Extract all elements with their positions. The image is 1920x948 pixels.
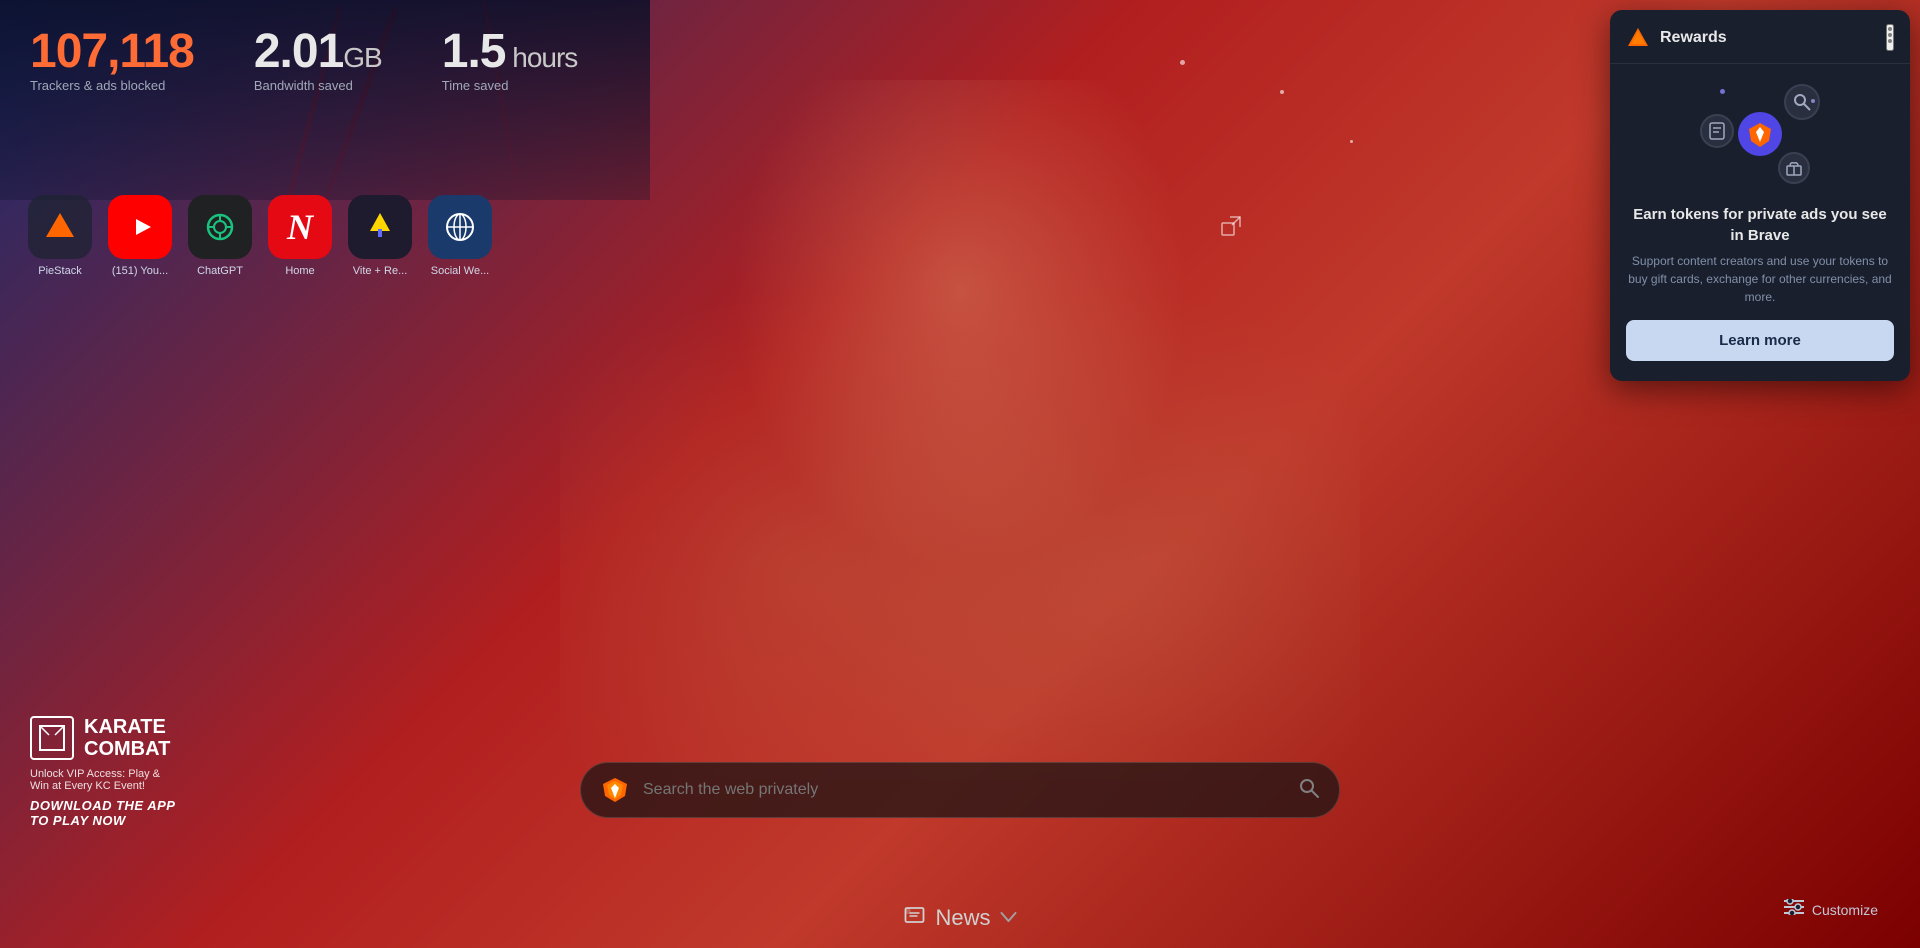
- stat-bandwidth: 2.01GB Bandwidth saved: [254, 28, 382, 93]
- shortcut-vite-label: Vite + Re...: [353, 265, 408, 277]
- news-chevron-icon: [1001, 909, 1017, 927]
- search-glass-icon: [1299, 778, 1319, 803]
- bandwidth-label: Bandwidth saved: [254, 78, 382, 93]
- karate-logo-row: KARATECOMBAT: [30, 716, 175, 760]
- shortcut-youtube[interactable]: (151) You...: [108, 195, 172, 277]
- rewards-title: Rewards: [1660, 29, 1727, 47]
- search-bar[interactable]: [580, 762, 1340, 818]
- brave-rewards-icon: [1626, 26, 1650, 50]
- shortcut-chatgpt-label: ChatGPT: [197, 265, 243, 277]
- shortcuts-row: PieStack (151) You... ChatGPT N Home: [28, 195, 492, 277]
- sparkle-cluster-1: [1720, 89, 1725, 94]
- time-value: 1.5 hours: [442, 28, 578, 76]
- stat-trackers: 107,118 Trackers & ads blocked: [30, 28, 194, 93]
- shortcut-piestack[interactable]: PieStack: [28, 195, 92, 277]
- trackers-count: 107,118: [30, 28, 194, 76]
- shortcut-youtube-icon: [108, 195, 172, 259]
- customize-label: Customize: [1812, 902, 1878, 918]
- sparkle-2: [1350, 140, 1353, 143]
- rewards-illustration: [1610, 64, 1910, 194]
- time-label: Time saved: [442, 78, 578, 93]
- karate-logo-box: [30, 716, 74, 760]
- search-input[interactable]: [643, 781, 1285, 799]
- rewards-icons-cluster: [1700, 84, 1820, 184]
- shortcut-vite[interactable]: Vite + Re...: [348, 195, 412, 277]
- shortcut-home[interactable]: N Home: [268, 195, 332, 277]
- stat-time: 1.5 hours Time saved: [442, 28, 578, 93]
- shortcut-chatgpt-icon: [188, 195, 252, 259]
- bandwidth-value: 2.01GB: [254, 28, 382, 76]
- learn-more-button[interactable]: Learn more: [1626, 320, 1894, 361]
- stats-bar: 107,118 Trackers & ads blocked 2.01GB Ba…: [30, 28, 577, 93]
- shortcut-home-icon: N: [268, 195, 332, 259]
- sparkle-3: [1180, 60, 1185, 65]
- shortcut-vite-icon: [348, 195, 412, 259]
- trackers-label: Trackers & ads blocked: [30, 78, 194, 93]
- karate-cta: DOWNLOAD THE APPTO PLAY NOW: [30, 798, 175, 828]
- rewards-earn-title: Earn tokens for private ads you see in B…: [1610, 194, 1910, 252]
- customize-button[interactable]: Customize: [1772, 891, 1890, 928]
- rewards-header: Rewards: [1610, 10, 1910, 64]
- karate-subtitle: Unlock VIP Access: Play &Win at Every KC…: [30, 768, 175, 792]
- cluster-document-icon: [1700, 114, 1734, 148]
- shortcut-social-label: Social We...: [431, 265, 490, 277]
- customize-icon: [1784, 899, 1804, 920]
- search-container: [580, 762, 1340, 818]
- shortcut-social[interactable]: Social We...: [428, 195, 492, 277]
- sparkle-1: [1280, 90, 1284, 94]
- cluster-brave-icon: [1738, 112, 1782, 156]
- shortcut-piestack-icon: [28, 195, 92, 259]
- cluster-gift-icon: [1778, 152, 1810, 184]
- karate-brand[interactable]: KARATECOMBAT Unlock VIP Access: Play &Wi…: [30, 716, 175, 828]
- shortcut-social-icon: [428, 195, 492, 259]
- rewards-menu-button[interactable]: [1886, 24, 1894, 51]
- shortcut-piestack-label: PieStack: [38, 265, 81, 277]
- news-label: News: [935, 905, 990, 931]
- shortcut-home-label: Home: [285, 265, 314, 277]
- karate-logo-text: KARATECOMBAT: [84, 716, 170, 760]
- news-bar[interactable]: News: [883, 888, 1036, 948]
- rewards-panel: Rewards: [1610, 10, 1910, 381]
- rewards-description: Support content creators and use your to…: [1610, 252, 1910, 320]
- rewards-title-group: Rewards: [1626, 26, 1727, 50]
- shortcut-chatgpt[interactable]: ChatGPT: [188, 195, 252, 277]
- shortcut-youtube-label: (151) You...: [112, 265, 168, 277]
- external-link-icon[interactable]: [1220, 215, 1240, 243]
- sparkle-cluster-2: [1811, 99, 1815, 103]
- news-icon: [903, 904, 925, 932]
- brave-search-icon: [601, 776, 629, 804]
